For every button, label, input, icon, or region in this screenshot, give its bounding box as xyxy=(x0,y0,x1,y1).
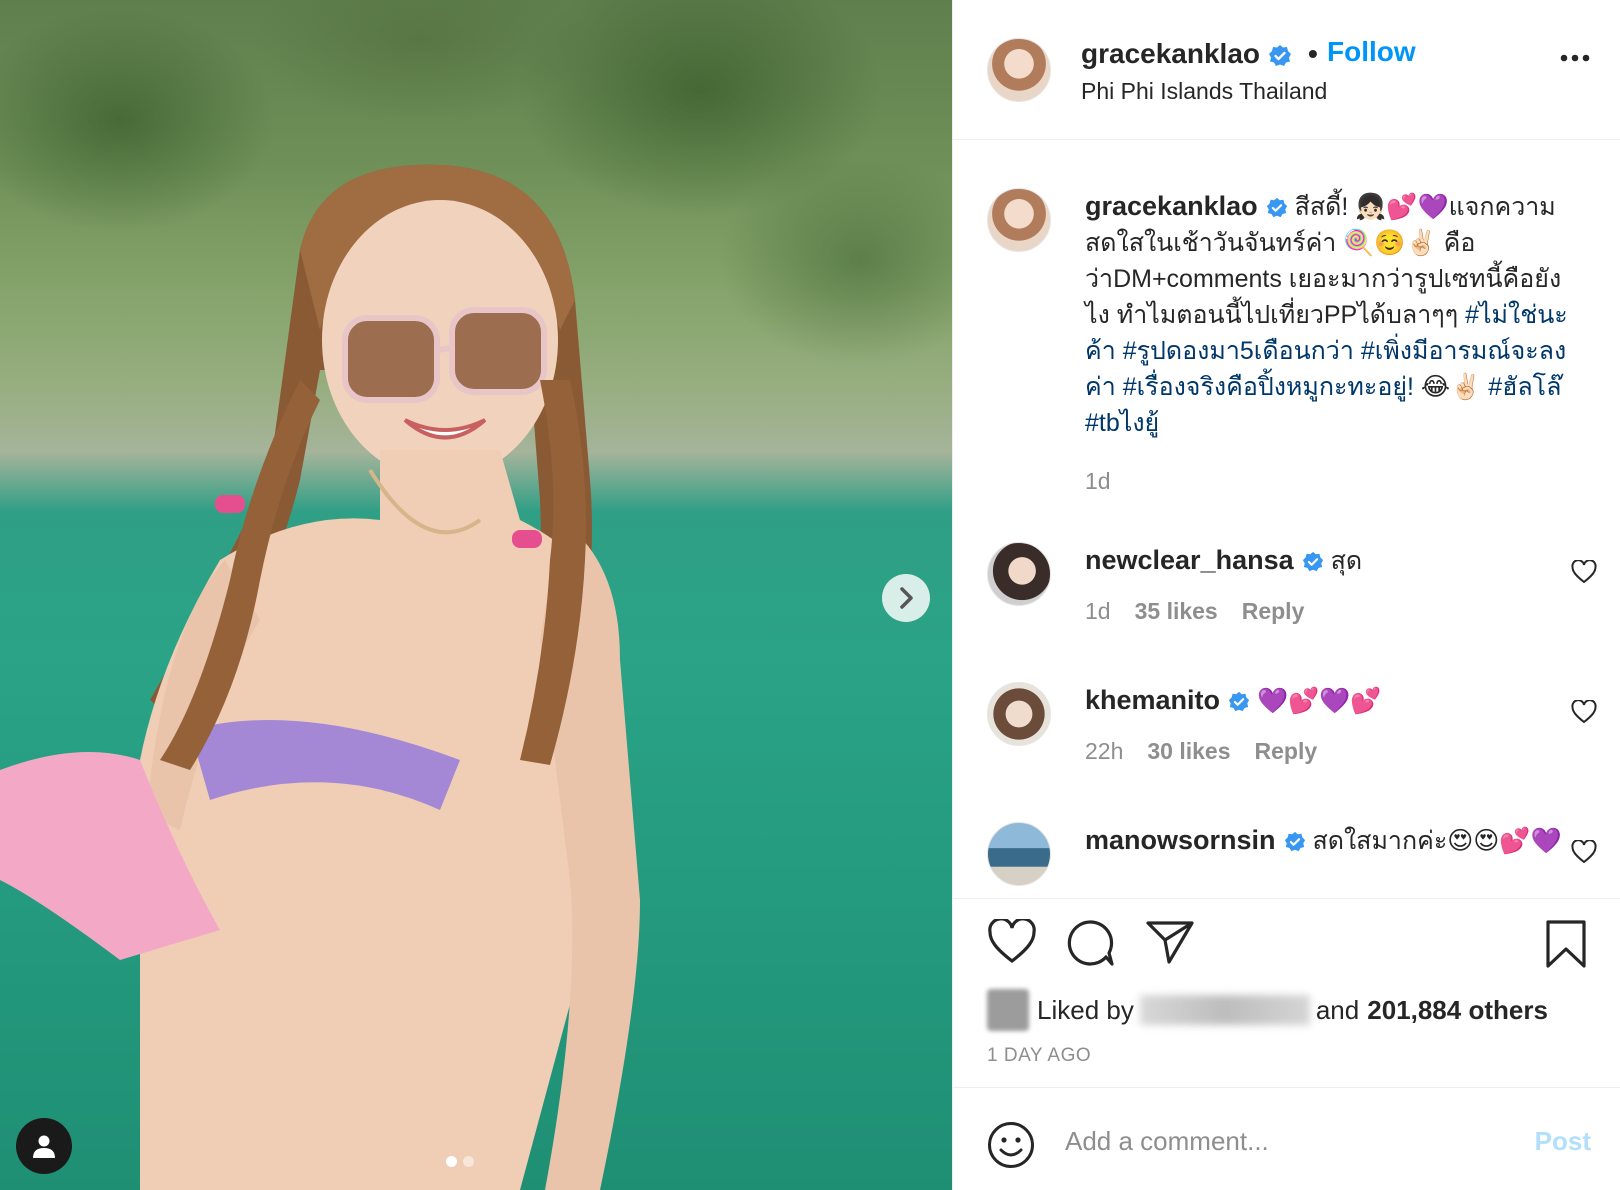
post-photo[interactable] xyxy=(0,0,952,1190)
likes-count[interactable]: 201,884 others xyxy=(1367,995,1548,1026)
post-header: gracekanklao • Follow Phi Phi Islands Th… xyxy=(953,0,1620,140)
post-location[interactable]: Phi Phi Islands Thailand xyxy=(1081,78,1327,105)
comment-text: 💜💕💜💕 xyxy=(1256,687,1382,715)
comment-username[interactable]: khemanito xyxy=(1085,685,1220,715)
add-comment-bar: Post xyxy=(953,1088,1620,1190)
user-tag-icon xyxy=(33,1135,55,1158)
caption-author-avatar[interactable] xyxy=(987,188,1051,252)
emoji-icon[interactable] xyxy=(987,1121,1035,1169)
caption-username[interactable]: gracekanklao xyxy=(1085,191,1258,221)
comment-body: khemanito 💜💕💜💕 xyxy=(1085,682,1585,719)
comment-body: manowsornsin สดใสมากค่ะ😍😍💕💜 xyxy=(1085,822,1585,859)
carousel-dot-active xyxy=(446,1156,457,1167)
comment-body: newclear_hansa สุด xyxy=(1085,542,1585,579)
comment-time[interactable]: 1d xyxy=(1085,598,1111,625)
commenter-avatar[interactable] xyxy=(987,822,1051,886)
follow-button[interactable]: Follow xyxy=(1327,36,1416,68)
caption-meta: 1d xyxy=(1085,468,1111,495)
comment-meta: 22h 30 likes Reply xyxy=(1085,738,1317,765)
heart-icon[interactable] xyxy=(987,919,1037,965)
liker-avatar-blurred[interactable] xyxy=(987,989,1029,1031)
next-image-button[interactable] xyxy=(882,574,930,622)
comment-username[interactable]: newclear_hansa xyxy=(1085,545,1294,575)
caption-tail-emoji: 😂✌🏻 xyxy=(1420,373,1482,401)
author-username[interactable]: gracekanklao xyxy=(1081,38,1292,70)
comment-text: สดใสมากค่ะ😍😍💕💜 xyxy=(1312,827,1562,855)
likes-prefix: Liked by xyxy=(1037,994,1134,1025)
bookmark-icon[interactable] xyxy=(1545,919,1587,969)
verified-badge-icon xyxy=(1228,692,1250,712)
verified-badge-icon xyxy=(1284,832,1305,852)
comments-list[interactable]: gracekanklao สีสดี้! 👧🏻💕💜แจกความสดใสในเช… xyxy=(953,140,1620,898)
heart-icon[interactable] xyxy=(1571,700,1597,724)
post-timestamp[interactable]: 1 DAY AGO xyxy=(987,1045,1091,1067)
post-comment-button[interactable]: Post xyxy=(1535,1126,1591,1157)
post-actions: Liked by and 201,884 others 1 DAY AGO xyxy=(953,898,1620,1088)
caption-body: gracekanklao สีสดี้! 👧🏻💕💜แจกความสดใสในเช… xyxy=(1085,188,1585,441)
liker-name-blurred[interactable] xyxy=(1139,995,1310,1025)
comment-likes[interactable]: 30 likes xyxy=(1147,738,1230,765)
carousel-indicator xyxy=(446,1156,474,1167)
user-tags-button[interactable] xyxy=(16,1118,72,1174)
likes-suffix: and xyxy=(1315,994,1360,1025)
author-avatar[interactable] xyxy=(987,38,1051,102)
verified-badge-icon xyxy=(1302,552,1323,572)
carousel-dot xyxy=(463,1156,474,1167)
more-options-icon[interactable] xyxy=(1560,54,1590,62)
comment-input[interactable] xyxy=(1065,1116,1485,1166)
commenter-avatar[interactable] xyxy=(987,542,1051,606)
comment-reply-button[interactable]: Reply xyxy=(1242,598,1305,625)
post-side-panel: gracekanklao • Follow Phi Phi Islands Th… xyxy=(952,0,1620,1190)
heart-icon[interactable] xyxy=(1571,840,1597,864)
comment-username[interactable]: manowsornsin xyxy=(1085,825,1276,855)
heart-icon[interactable] xyxy=(1571,560,1597,584)
comment-likes[interactable]: 35 likes xyxy=(1135,598,1218,625)
chevron-right-icon xyxy=(900,587,913,609)
comment-time[interactable]: 22h xyxy=(1085,738,1123,765)
verified-badge-icon xyxy=(1269,44,1291,66)
comment-reply-button[interactable]: Reply xyxy=(1255,738,1318,765)
commenter-avatar[interactable] xyxy=(987,682,1051,746)
caption-time[interactable]: 1d xyxy=(1085,468,1111,495)
comment-text: สุด xyxy=(1330,547,1363,575)
comment-bubble-icon[interactable] xyxy=(1065,919,1115,967)
comment-meta: 1d 35 likes Reply xyxy=(1085,598,1304,625)
woman-figure-illustration xyxy=(0,164,640,1190)
header-separator: • xyxy=(1308,38,1318,69)
likes-summary: Liked by and 201,884 others xyxy=(987,989,1548,1031)
paper-plane-icon[interactable] xyxy=(1145,919,1195,965)
verified-badge-icon xyxy=(1266,198,1287,218)
